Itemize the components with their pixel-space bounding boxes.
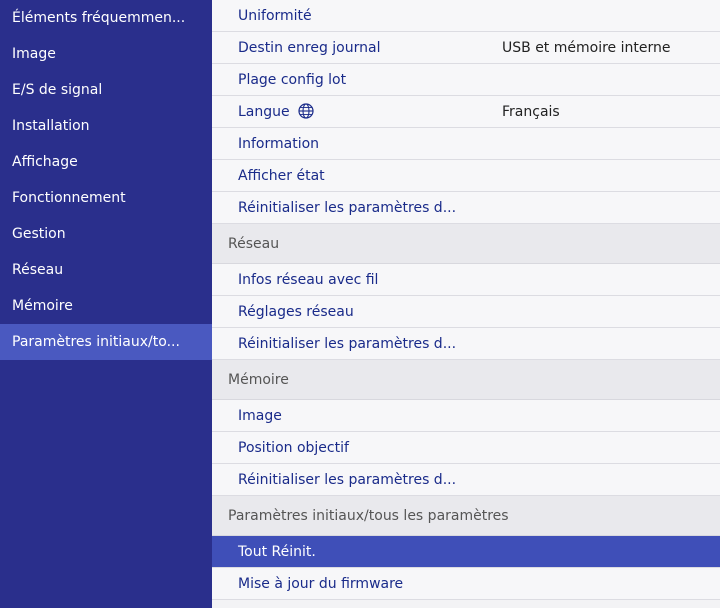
menu-item-label: Position objectif: [238, 440, 349, 456]
section-header-initial-settings: Paramètres initiaux/tous les paramètres: [212, 496, 720, 536]
section-title: Mémoire: [228, 372, 289, 388]
sidebar-item-signal-io[interactable]: E/S de signal: [0, 72, 212, 108]
menu-item-label: Réglages réseau: [238, 304, 354, 320]
sidebar-item-management[interactable]: Gestion: [0, 216, 212, 252]
menu-item-language[interactable]: Langue Français: [212, 96, 720, 128]
menu-item-log-destination[interactable]: Destin enreg journal USB et mémoire inte…: [212, 32, 720, 64]
menu-item-label: Mise à jour du firmware: [238, 576, 404, 592]
menu-item-label: Réinitialiser les paramètres d...: [238, 200, 457, 216]
menu-item-firmware-update[interactable]: Mise à jour du firmware: [212, 568, 720, 600]
menu-item-information[interactable]: Information: [212, 128, 720, 160]
menu-item-wired-network-info[interactable]: Infos réseau avec fil: [212, 264, 720, 296]
sidebar-item-installation[interactable]: Installation: [0, 108, 212, 144]
section-header-network: Réseau: [212, 224, 720, 264]
menu-item-label: Plage config lot: [238, 72, 347, 88]
menu-item-label: Information: [238, 136, 320, 152]
sidebar-item-display[interactable]: Affichage: [0, 144, 212, 180]
menu-item-value: USB et mémoire interne: [502, 40, 671, 56]
menu-item-label: Réinitialiser les paramètres d...: [238, 336, 457, 352]
menu-item-label: Infos réseau avec fil: [238, 272, 379, 288]
menu-item-label: Uniformité: [238, 8, 312, 24]
menu-item-label: Tout Réinit.: [238, 544, 316, 560]
menu-item-batch-config-range[interactable]: Plage config lot: [212, 64, 720, 96]
menu-item-reset-all[interactable]: Tout Réinit.: [212, 536, 720, 568]
menu-item-label: Réinitialiser les paramètres d...: [238, 472, 457, 488]
menu-item-reset-settings[interactable]: Réinitialiser les paramètres d...: [212, 192, 720, 224]
menu-item-label: Afficher état: [238, 168, 325, 184]
section-title: Paramètres initiaux/tous les paramètres: [228, 508, 509, 524]
sidebar-item-image[interactable]: Image: [0, 36, 212, 72]
section-header-memory: Mémoire: [212, 360, 720, 400]
sidebar-item-frequent[interactable]: Éléments fréquemmen...: [0, 0, 212, 36]
menu-item-memory-image[interactable]: Image: [212, 400, 720, 432]
settings-panel: Uniformité Destin enreg journal USB et m…: [212, 0, 720, 608]
sidebar-item-operation[interactable]: Fonctionnement: [0, 180, 212, 216]
sidebar: Éléments fréquemmen... Image E/S de sign…: [0, 0, 212, 608]
sidebar-item-memory[interactable]: Mémoire: [0, 288, 212, 324]
sidebar-item-network[interactable]: Réseau: [0, 252, 212, 288]
menu-item-label: Image: [238, 408, 282, 424]
section-title: Réseau: [228, 236, 280, 252]
menu-item-label: Langue: [238, 104, 290, 120]
menu-item-reset-network-settings[interactable]: Réinitialiser les paramètres d...: [212, 328, 720, 360]
menu-item-uniformity[interactable]: Uniformité: [212, 0, 720, 32]
sidebar-item-initial-settings[interactable]: Paramètres initiaux/to...: [0, 324, 212, 360]
menu-item-show-status[interactable]: Afficher état: [212, 160, 720, 192]
menu-item-reset-memory-settings[interactable]: Réinitialiser les paramètres d...: [212, 464, 720, 496]
menu-item-label: Destin enreg journal: [238, 40, 381, 56]
globe-icon: [298, 99, 314, 131]
menu-item-lens-position[interactable]: Position objectif: [212, 432, 720, 464]
menu-item-value: Français: [502, 104, 560, 120]
menu-item-network-settings[interactable]: Réglages réseau: [212, 296, 720, 328]
